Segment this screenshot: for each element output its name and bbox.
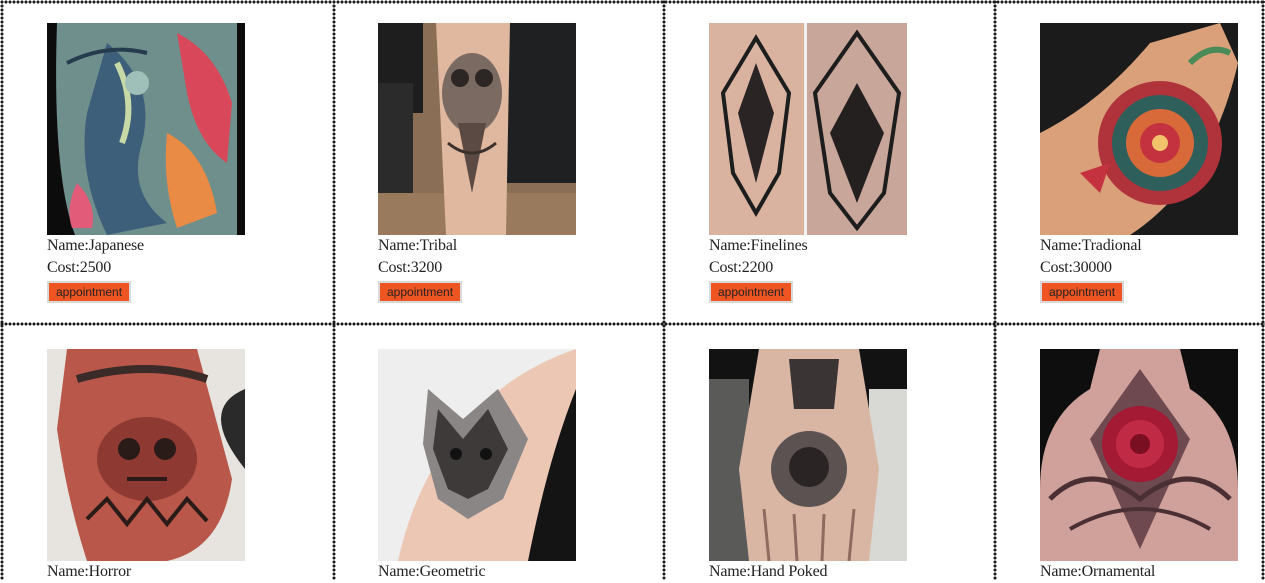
grid-line (332, 0, 336, 580)
mandala-elbow-tattoo-image (1040, 23, 1238, 235)
hand-poked-tattoo-image (709, 349, 907, 561)
grid-line (0, 322, 1265, 326)
appointment-button[interactable]: appointment (47, 281, 132, 303)
tattoo-card: Name:Tradional Cost:30000 appointment (1040, 23, 1265, 303)
appointment-button[interactable]: appointment (709, 281, 794, 303)
wolf-arm-tattoo-image (378, 349, 576, 561)
tattoo-name: Name:Tribal (378, 237, 457, 254)
ornamental-back-tattoo-image (1040, 349, 1238, 561)
grid-line (0, 0, 4, 580)
tattoo-card: Name:Geometric (378, 349, 638, 583)
tattoo-cost: Cost:30000 (1040, 259, 1112, 276)
tattoo-card: Name:Tribal Cost:3200 appointment (378, 23, 638, 303)
tattoo-name: Name:Finelines (709, 237, 808, 254)
appointment-button[interactable]: appointment (1040, 281, 1125, 303)
tattoo-cost: Cost:2500 (47, 259, 111, 276)
tattoo-card: Name:Finelines Cost:2200 appointment (709, 23, 969, 303)
tattoo-cost: Cost:2200 (709, 259, 773, 276)
geometric-lion-tattoo-image (709, 23, 907, 235)
tattoo-card: Name:Horror (47, 349, 307, 583)
tattoo-name: Name:Japanese (47, 237, 144, 254)
grid-line (993, 0, 997, 580)
grid-line (662, 0, 666, 580)
tattoo-grid: Name:Japanese Cost:2500 appointment Name… (0, 0, 1265, 580)
tattoo-card: Name:Japanese Cost:2500 appointment (47, 23, 307, 303)
tattoo-card: Name:Hand Poked (709, 349, 969, 583)
tattoo-name: Name:Tradional (1040, 237, 1142, 254)
japanese-back-tattoo-image (47, 23, 245, 235)
skull-hand-tattoo-image (47, 349, 245, 561)
grid-line (0, 0, 1265, 4)
appointment-button[interactable]: appointment (378, 281, 463, 303)
tattoo-card: Name:Ornamental (1040, 349, 1265, 583)
tattoo-cost: Cost:3200 (378, 259, 442, 276)
owl-leg-tattoo-image (378, 23, 576, 235)
